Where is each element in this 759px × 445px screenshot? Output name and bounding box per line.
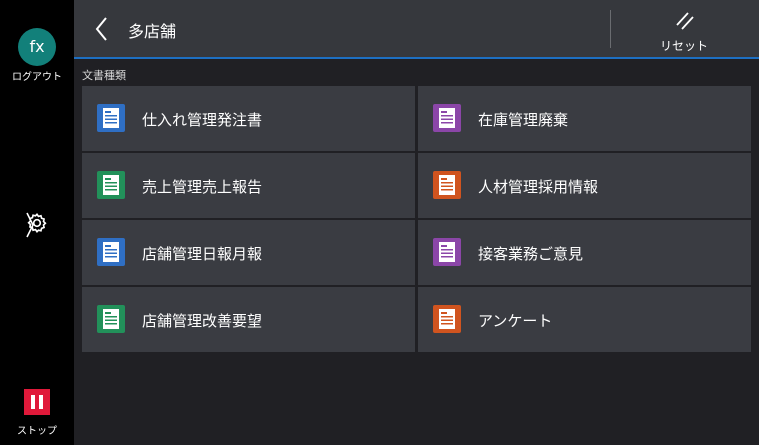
document-tile[interactable]: 仕入れ管理発注書: [82, 86, 415, 151]
document-tile[interactable]: 接客業務ご意見: [418, 220, 751, 285]
chevron-left-icon: [95, 17, 107, 41]
document-type-grid: 仕入れ管理発注書 在庫管理廃棄 売上管理売上報告 人材管理採用情報 店舗管理日報…: [82, 86, 751, 352]
logout-avatar[interactable]: fx: [18, 28, 56, 66]
header-bar: 多店舗 リセット: [74, 0, 759, 59]
document-icon: [433, 171, 461, 199]
reset-button[interactable]: リセット: [634, 6, 734, 54]
logout-label[interactable]: ログアウト: [0, 68, 74, 83]
header-divider: [610, 10, 611, 48]
document-tile[interactable]: 店舗管理改善要望: [82, 287, 415, 352]
stop-icon-bar: [39, 395, 43, 409]
document-icon: [97, 238, 125, 266]
document-icon: [433, 104, 461, 132]
back-button[interactable]: [90, 14, 116, 44]
reset-label: リセット: [659, 39, 708, 53]
sidebar: fx ログアウト ストップ: [0, 0, 74, 445]
reset-slash-icon: [676, 12, 694, 30]
document-icon: [433, 305, 461, 333]
document-tile[interactable]: アンケート: [418, 287, 751, 352]
document-icon: [433, 238, 461, 266]
document-label: 店舗管理改善要望: [142, 312, 263, 330]
document-label: アンケート: [478, 312, 553, 330]
document-label: 売上管理売上報告: [142, 178, 263, 196]
document-tile[interactable]: 人材管理採用情報: [418, 153, 751, 218]
document-icon: [97, 171, 125, 199]
document-label: 仕入れ管理発注書: [142, 111, 263, 129]
page-title: 多店舗: [128, 22, 177, 41]
stop-button[interactable]: [24, 389, 50, 415]
avatar-text: fx: [29, 37, 45, 56]
chevron-right-icon: [26, 212, 34, 238]
section-label: 文書種類: [82, 69, 126, 82]
document-icon: [97, 104, 125, 132]
document-icon: [97, 305, 125, 333]
document-label: 在庫管理廃棄: [478, 111, 569, 129]
document-label: 店舗管理日報月報: [142, 245, 263, 263]
stop-icon: [31, 395, 35, 409]
document-tile[interactable]: 売上管理売上報告: [82, 153, 415, 218]
settings-button[interactable]: [26, 210, 66, 238]
document-label: 人材管理採用情報: [478, 178, 599, 196]
stop-label: ストップ: [17, 426, 57, 437]
document-tile[interactable]: 店舗管理日報月報: [82, 220, 415, 285]
main-area: 多店舗 リセット 文書種類 仕入れ管理発注書 在庫管理廃棄 売上管理売上報告 人…: [74, 0, 759, 445]
document-label: 接客業務ご意見: [478, 245, 584, 263]
document-tile[interactable]: 在庫管理廃棄: [418, 86, 751, 151]
